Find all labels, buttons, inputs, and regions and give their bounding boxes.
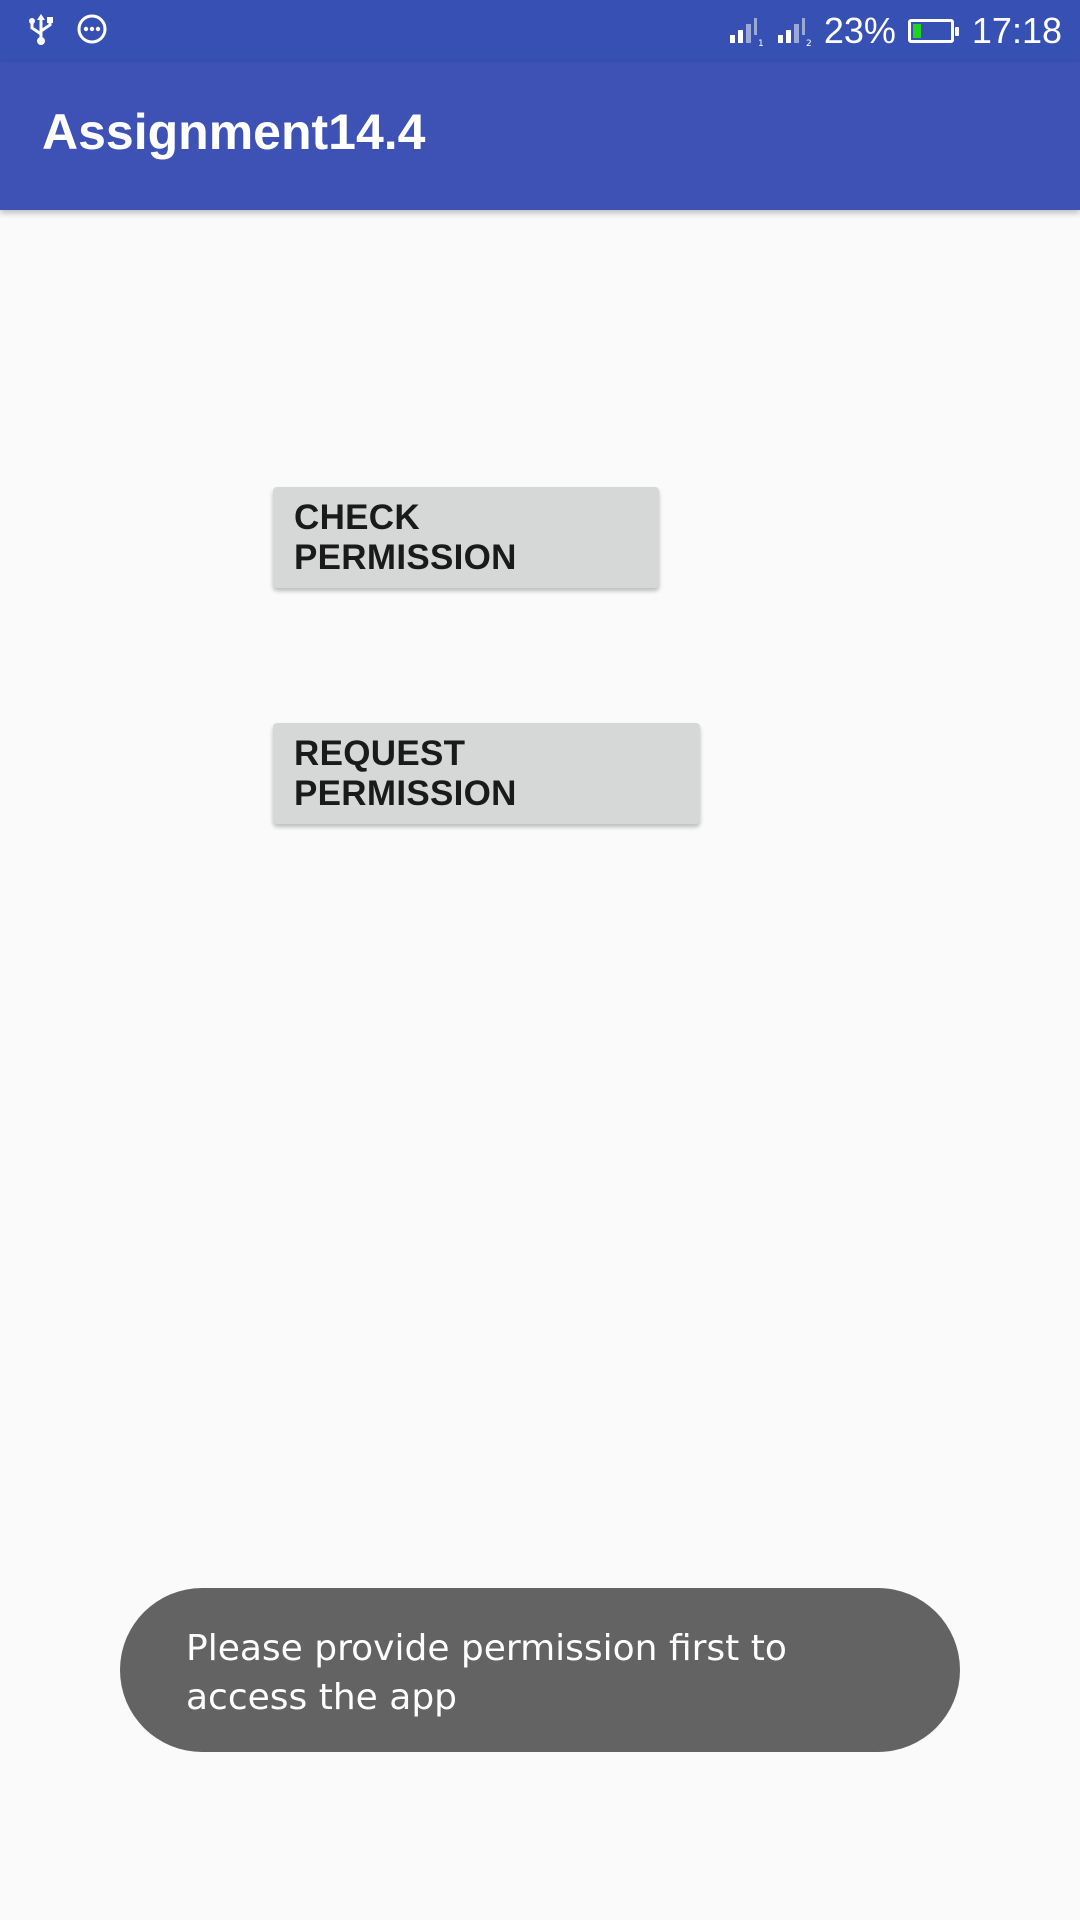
toast-text: Please provide permission first to acces… bbox=[186, 1628, 787, 1718]
signal-sim1-icon: 1 bbox=[728, 15, 764, 47]
more-circle-icon bbox=[76, 13, 108, 45]
request-permission-label: REQUEST PERMISSION bbox=[294, 733, 517, 813]
toast-message: Please provide permission first to acces… bbox=[120, 1588, 960, 1752]
status-time: 17:18 bbox=[971, 10, 1062, 51]
usb-icon bbox=[28, 12, 54, 46]
battery-percent: 23% bbox=[823, 10, 896, 51]
status-left-icons bbox=[28, 12, 108, 46]
status-bar: 1 2 23% 17:18 bbox=[0, 0, 1080, 62]
sim2-label: 2 bbox=[806, 39, 812, 47]
status-right-icons: 1 2 23% 17:18 bbox=[728, 8, 1062, 54]
app-bar: Assignment14.4 bbox=[0, 62, 1080, 210]
check-permission-label: CHECK PERMISSION bbox=[294, 497, 517, 577]
app-title: Assignment14.4 bbox=[42, 104, 426, 160]
request-permission-button[interactable]: REQUEST PERMISSION bbox=[273, 723, 700, 824]
battery-fill bbox=[912, 24, 922, 38]
sim1-label: 1 bbox=[758, 39, 764, 47]
signal-sim2-icon: 2 bbox=[776, 15, 812, 47]
battery-icon bbox=[907, 19, 959, 43]
check-permission-button[interactable]: CHECK PERMISSION bbox=[273, 487, 659, 588]
